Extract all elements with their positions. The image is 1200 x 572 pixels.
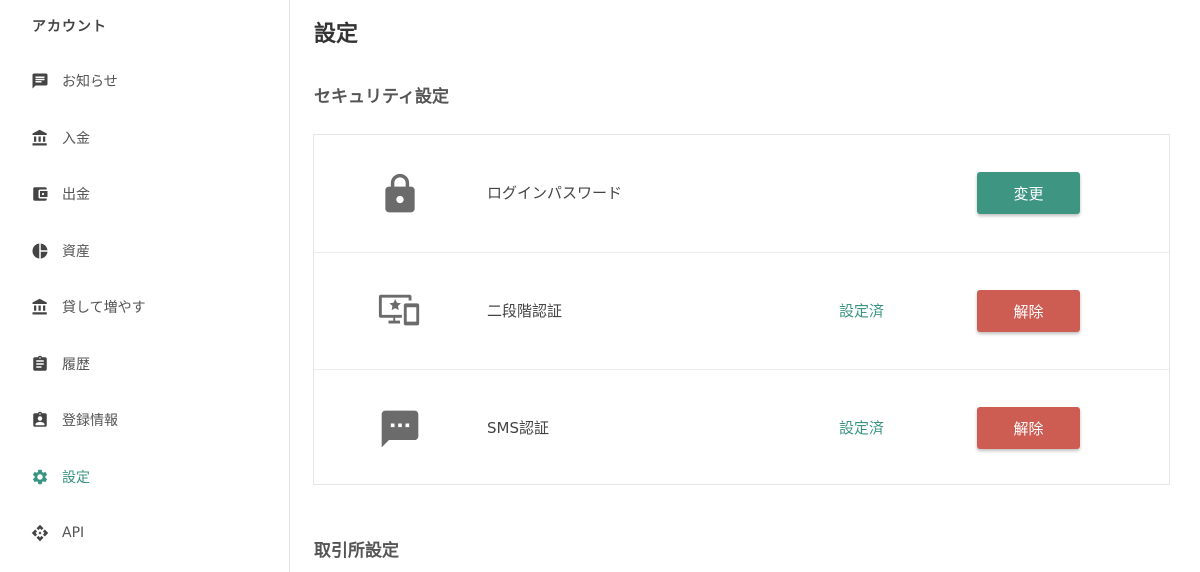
main-content: 設定 セキュリティ設定 ログインパスワード 変更 二段階認証 設定済 解除 SM… — [291, 0, 1200, 572]
sidebar-item-history[interactable]: 履歴 — [30, 349, 270, 379]
status-badge: 設定済 — [839, 302, 885, 320]
security-row-two-factor: 二段階認証 設定済 解除 — [314, 252, 1169, 369]
sidebar-item-notifications[interactable]: お知らせ — [30, 66, 270, 96]
sidebar-item-settings[interactable]: 設定 — [30, 462, 270, 492]
gear-icon — [30, 467, 50, 487]
row-label: 二段階認証 — [487, 302, 563, 320]
status-badge: 設定済 — [839, 419, 885, 437]
wallet-icon — [30, 184, 50, 204]
sidebar-item-withdraw[interactable]: 出金 — [30, 179, 270, 209]
sidebar-item-label: 貸して増やす — [62, 300, 146, 316]
security-row-login-password: ログインパスワード 変更 — [314, 135, 1169, 252]
sidebar-item-label: 履歴 — [62, 357, 90, 373]
sidebar-title: アカウント — [32, 19, 107, 35]
sidebar-item-lending[interactable]: 貸して増やす — [30, 292, 270, 322]
sidebar-item-label: 登録情報 — [62, 413, 118, 429]
message-icon — [30, 71, 50, 91]
page-title: 設定 — [314, 22, 359, 47]
sidebar: アカウント お知らせ 入金 出金 資産 貸して増やす 履歴 登録情報 設定 AP… — [0, 0, 290, 572]
section-title-exchange: 取引所設定 — [314, 541, 399, 561]
lock-icon — [376, 170, 424, 218]
api-icon — [30, 523, 50, 543]
row-label: ログインパスワード — [487, 184, 623, 202]
sidebar-item-assets[interactable]: 資産 — [30, 236, 270, 266]
security-row-sms: SMS認証 設定済 解除 — [314, 369, 1169, 486]
disable-two-factor-button[interactable]: 解除 — [977, 290, 1080, 332]
sms-icon — [376, 405, 424, 453]
sidebar-item-api[interactable]: API — [30, 518, 270, 548]
sidebar-item-label: お知らせ — [62, 74, 118, 90]
disable-sms-button[interactable]: 解除 — [977, 407, 1080, 449]
section-title-security: セキュリティ設定 — [314, 87, 449, 107]
security-settings-card: ログインパスワード 変更 二段階認証 設定済 解除 SMS認証 設定済 解除 — [313, 134, 1170, 485]
row-label: SMS認証 — [487, 419, 549, 437]
pie-chart-icon — [30, 241, 50, 261]
bank-icon — [30, 128, 50, 148]
id-badge-icon — [30, 410, 50, 430]
sidebar-item-label: 出金 — [62, 187, 90, 203]
sidebar-item-label: 入金 — [62, 131, 90, 147]
sidebar-item-profile[interactable]: 登録情報 — [30, 405, 270, 435]
change-password-button[interactable]: 変更 — [977, 172, 1080, 214]
sidebar-item-label: API — [62, 525, 85, 541]
devices-icon — [376, 288, 424, 336]
sidebar-item-label: 資産 — [62, 244, 90, 260]
clipboard-icon — [30, 354, 50, 374]
sidebar-item-label: 設定 — [62, 470, 90, 486]
bank-icon — [30, 297, 50, 317]
sidebar-item-deposit[interactable]: 入金 — [30, 123, 270, 153]
